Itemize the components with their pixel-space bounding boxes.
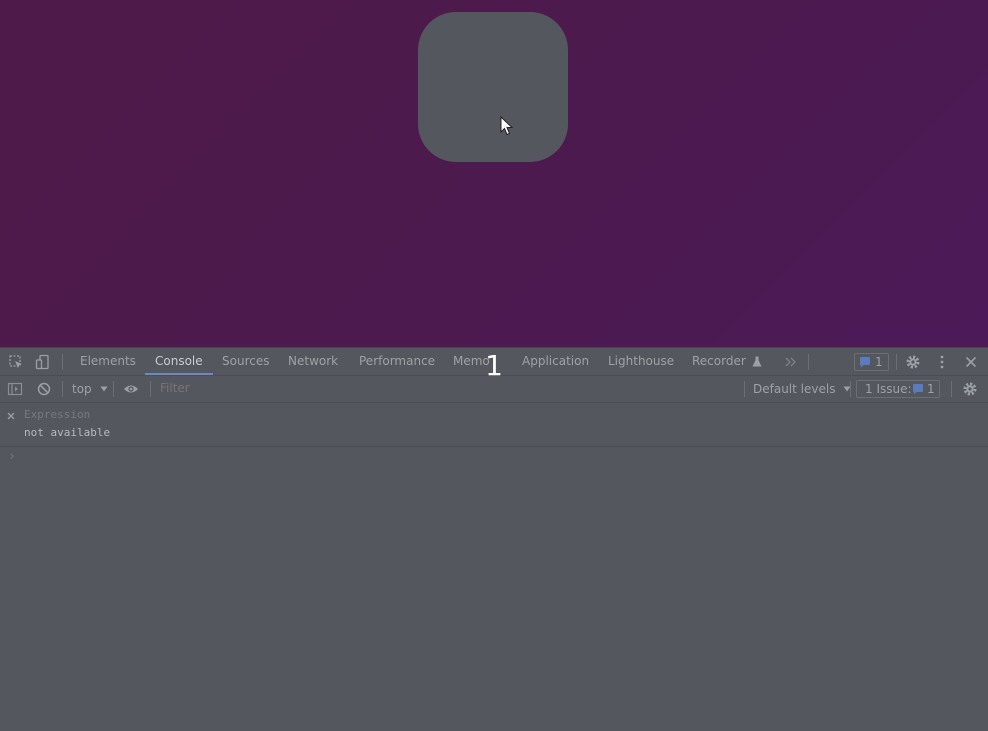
toolbar-divider [62, 381, 63, 397]
toolbar-divider [951, 381, 952, 397]
issues-flag-icon [913, 384, 923, 395]
device-toggle-icon[interactable] [35, 354, 51, 370]
filter-input[interactable] [154, 379, 751, 397]
mouse-cursor-icon [500, 116, 514, 136]
web-page-viewport [0, 0, 988, 347]
issues-counter-value: 1 [875, 355, 883, 369]
issues-counter-button[interactable]: 1 [854, 353, 889, 371]
clear-console-icon[interactable] [36, 381, 52, 397]
issues-count: 1 [927, 382, 935, 396]
inspect-icon[interactable] [8, 354, 24, 370]
toolbar-divider [113, 381, 114, 397]
log-levels-value: Default levels [753, 382, 836, 396]
toolbar-divider [896, 354, 897, 370]
toolbar-divider [808, 354, 809, 370]
close-icon[interactable] [963, 354, 979, 370]
tab-lighthouse[interactable]: Lighthouse [608, 348, 674, 375]
tab-application[interactable]: Application [522, 348, 589, 375]
settings-gear-icon[interactable] [962, 381, 978, 397]
context-selector[interactable]: top [72, 376, 107, 402]
tab-recorder[interactable]: Recorder [692, 348, 762, 375]
more-tabs-icon[interactable] [783, 354, 799, 370]
context-selector-value: top [72, 382, 92, 396]
dropdown-caret-icon [100, 386, 107, 392]
close-icon[interactable] [7, 412, 15, 420]
tab-performance[interactable]: Performance [359, 348, 435, 375]
live-expression-input[interactable]: Expression [24, 408, 90, 421]
tab-console[interactable]: Console [145, 348, 213, 375]
issues-label: 1 Issue: [865, 382, 912, 396]
kebab-menu-icon[interactable] [934, 354, 950, 370]
devtools-panel: Elements Console Sources Network Perform… [0, 347, 988, 731]
prompt-chevron-icon: › [8, 449, 16, 464]
toolbar-divider [850, 381, 851, 397]
log-levels-dropdown[interactable]: Default levels [753, 376, 851, 402]
live-expression: Expression not available [0, 403, 988, 447]
issues-flag-icon [860, 357, 870, 368]
live-expression-result: not available [24, 426, 111, 439]
tab-elements[interactable]: Elements [80, 348, 136, 375]
eye-icon[interactable] [123, 381, 139, 397]
toolbar-divider [62, 354, 63, 370]
console-output: Expression not available › [0, 403, 988, 731]
issues-button[interactable]: 1 Issue: 1 [856, 380, 940, 398]
settings-gear-icon[interactable] [905, 354, 921, 370]
toolbar-divider [744, 381, 745, 397]
overlay-counter: 1 [485, 349, 503, 382]
tab-sources[interactable]: Sources [222, 348, 269, 375]
flask-icon [752, 356, 762, 367]
rounded-square-element[interactable] [418, 12, 568, 162]
sidebar-toggle-icon[interactable] [7, 381, 23, 397]
tab-network[interactable]: Network [288, 348, 338, 375]
console-prompt[interactable]: › [0, 447, 988, 467]
tab-recorder-label: Recorder [692, 354, 746, 368]
toolbar-divider [150, 381, 151, 397]
